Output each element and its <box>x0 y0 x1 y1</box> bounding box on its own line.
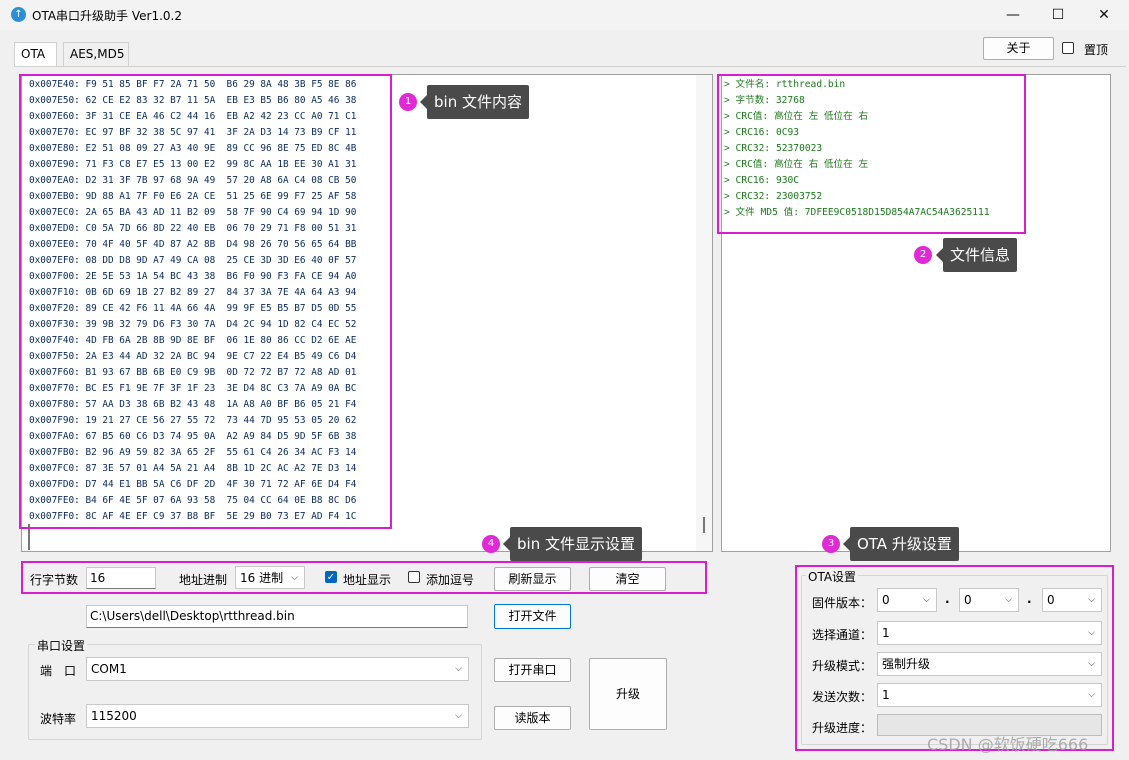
chevron-down-icon: ⌵ <box>1005 595 1012 605</box>
address-radix-select[interactable]: 16 进制 ⌵ <box>235 566 305 589</box>
open-port-button[interactable]: 打开串口 <box>494 658 571 682</box>
send-count-select[interactable]: 1 ⌵ <box>877 683 1102 707</box>
fw-version-major-value: 0 <box>882 593 890 607</box>
chevron-down-icon: ⌵ <box>455 664 462 674</box>
tab-ota[interactable]: OTA <box>14 42 57 67</box>
send-count-value: 1 <box>882 688 890 702</box>
fw-version-patch-value: 0 <box>1047 593 1055 607</box>
fw-version-minor-value: 0 <box>964 593 972 607</box>
chevron-down-icon: ⌵ <box>1088 628 1095 638</box>
channel-select[interactable]: 1 ⌵ <box>877 621 1102 645</box>
annotation-badge-1: 1 <box>399 93 417 111</box>
port-label: 端 口 <box>40 664 77 678</box>
address-radix-label: 地址进制 <box>179 573 228 587</box>
annotation-file-info: 文件信息 <box>935 238 1018 272</box>
port-select[interactable]: COM1 ⌵ <box>86 657 469 681</box>
fw-version-minor-select[interactable]: 0 ⌵ <box>959 588 1019 612</box>
address-radix-value: 16 进制 <box>240 571 284 585</box>
annotation-bin-content: bin 文件内容 <box>420 85 529 119</box>
annotation-display-settings: bin 文件显示设置 <box>503 527 642 561</box>
add-comma-checkbox[interactable] <box>408 571 420 583</box>
chevron-down-icon: ⌵ <box>455 711 462 721</box>
clear-button[interactable]: 清空 <box>589 567 666 591</box>
fw-version-major-select[interactable]: 0 ⌵ <box>877 588 937 612</box>
upgrade-mode-select[interactable]: 强制升级 ⌵ <box>877 652 1102 676</box>
add-comma-label: 添加逗号 <box>426 573 475 587</box>
baud-label: 波特率 <box>40 712 77 726</box>
pin-checkbox[interactable] <box>1062 42 1074 54</box>
window-title: OTA串口升级助手 Ver1.0.2 <box>32 9 182 23</box>
upgrade-button[interactable]: 升级 <box>589 658 667 730</box>
bytes-per-line-input[interactable]: 16 <box>86 567 156 589</box>
file-path-input[interactable]: C:\Users\dell\Desktop\rtthread.bin <box>86 605 468 628</box>
read-version-button[interactable]: 读版本 <box>494 706 571 730</box>
maximize-button[interactable]: ☐ <box>1035 0 1081 30</box>
ota-settings-title: OTA设置 <box>806 568 859 585</box>
chevron-down-icon: ⌵ <box>291 573 298 583</box>
annotation-badge-2: 2 <box>914 246 932 264</box>
channel-value: 1 <box>882 626 890 640</box>
tab-aes-md5[interactable]: AES,MD5 <box>63 42 129 66</box>
show-address-checkbox[interactable]: ✓ <box>325 571 337 583</box>
fw-version-patch-select[interactable]: 0 ⌵ <box>1042 588 1102 612</box>
send-count-label: 发送次数： <box>812 690 873 704</box>
show-address-label: 地址显示 <box>343 573 392 587</box>
upgrade-mode-label: 升级模式： <box>812 659 873 673</box>
annotation-ota-settings: OTA 升级设置 <box>843 527 959 561</box>
port-value: COM1 <box>91 662 127 676</box>
file-info-highlight <box>717 74 1026 234</box>
hex-scroll-thumb[interactable] <box>703 517 705 533</box>
bin-content-highlight <box>19 74 392 529</box>
pin-label: 置顶 <box>1084 43 1109 57</box>
about-button[interactable]: 关于 <box>983 37 1054 60</box>
baud-value: 115200 <box>91 709 137 723</box>
open-file-button[interactable]: 打开文件 <box>494 604 571 629</box>
annotation-badge-3: 3 <box>822 535 840 553</box>
app-icon: ↑ <box>11 7 26 22</box>
hex-scrollbar[interactable] <box>696 75 712 551</box>
fw-version-label: 固件版本： <box>812 596 873 610</box>
chevron-down-icon: ⌵ <box>1088 595 1095 605</box>
close-button[interactable]: ✕ <box>1081 0 1127 30</box>
version-dot: . <box>945 592 950 606</box>
chevron-down-icon: ⌵ <box>1088 659 1095 669</box>
version-dot: . <box>1027 592 1032 606</box>
watermark: CSDN @软饭硬吃666 <box>927 735 1089 754</box>
annotation-badge-4: 4 <box>482 535 500 553</box>
baud-select[interactable]: 115200 ⌵ <box>86 704 469 728</box>
chevron-down-icon: ⌵ <box>1088 690 1095 700</box>
progress-label: 升级进度： <box>812 721 873 735</box>
serial-settings-title: 串口设置 <box>35 637 88 654</box>
refresh-display-button[interactable]: 刷新显示 <box>494 567 571 591</box>
channel-label: 选择通道： <box>812 628 873 642</box>
minimize-button[interactable]: — <box>990 0 1036 30</box>
tab-panel-border <box>14 66 1126 67</box>
bytes-per-line-label: 行字节数 <box>30 573 79 587</box>
upgrade-mode-value: 强制升级 <box>882 657 931 671</box>
chevron-down-icon: ⌵ <box>923 595 930 605</box>
